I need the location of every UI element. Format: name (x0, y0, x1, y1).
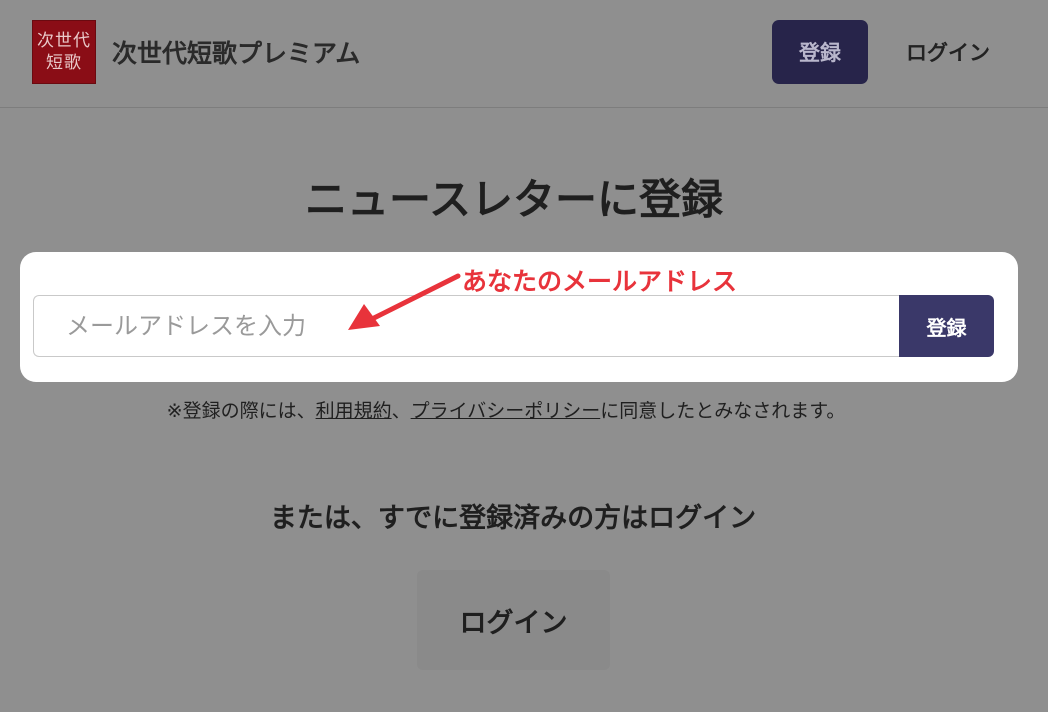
terms-notice: ※登録の際には、利用規約、プライバシーポリシーに同意したとみなされます。 (0, 396, 1012, 423)
terms-of-service-link[interactable]: 利用規約 (316, 400, 392, 422)
logo-text-line2: 短歌 (46, 53, 82, 73)
site-title[interactable]: 次世代短歌プレミアム (112, 34, 360, 70)
subscribe-form-card: 登録 あなたのメールアドレス (20, 252, 1018, 382)
email-annotation-label: あなたのメールアドレス (462, 267, 738, 296)
logo-text-line1: 次世代 (37, 31, 91, 51)
header-login-link[interactable]: ログイン (890, 20, 1006, 84)
login-button[interactable]: ログイン (417, 570, 610, 670)
subscribe-submit-button[interactable]: 登録 (899, 295, 994, 357)
privacy-policy-link[interactable]: プライバシーポリシー (411, 400, 601, 422)
header-register-button[interactable]: 登録 (772, 20, 868, 84)
annotation-arrow-icon (348, 273, 461, 330)
site-logo[interactable]: 次世代 短歌 (32, 20, 96, 84)
terms-separator: 、 (391, 400, 411, 422)
page-title: ニュースレターに登録 (305, 175, 723, 224)
terms-suffix: に同意したとみなされます。 (600, 400, 846, 422)
site-header: 次世代 短歌 次世代短歌プレミアム 登録 ログイン (0, 0, 1048, 108)
terms-prefix: ※登録の際には、 (166, 400, 316, 422)
existing-member-heading: または、すでに登録済みの方はログイン (269, 503, 757, 534)
